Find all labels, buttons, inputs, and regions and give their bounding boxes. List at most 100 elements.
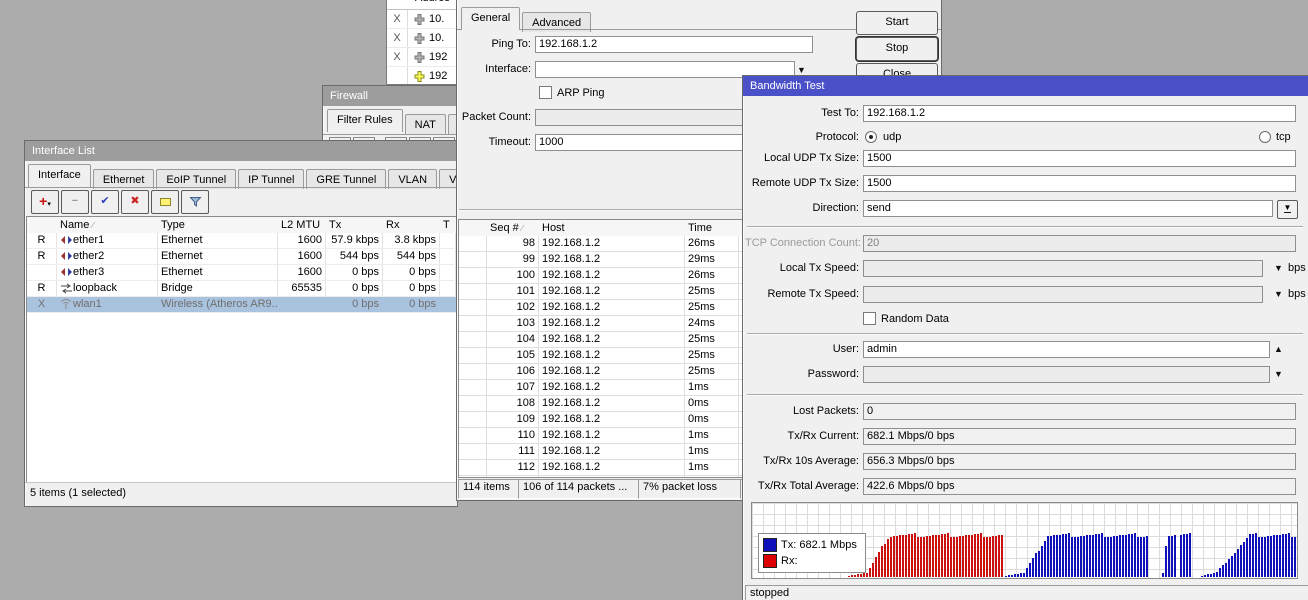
local-udp-tx-size-input[interactable]: 1500: [863, 150, 1296, 167]
txrx-total-average-label: Tx/Rx Total Average:: [757, 480, 859, 492]
column-header-host[interactable]: Host: [539, 220, 692, 237]
column-header-Rx[interactable]: Rx: [383, 217, 447, 234]
firewall-window[interactable]: Firewall Filter RulesNATMan: [322, 85, 458, 145]
column-header-time[interactable]: Time: [685, 220, 746, 237]
tx-graph-bar: [1162, 573, 1164, 577]
direction-input[interactable]: send: [863, 200, 1273, 217]
address-value: 10.: [429, 32, 445, 44]
firewall-title[interactable]: Firewall: [323, 86, 457, 106]
cell-rx: 3.8 kbps: [383, 233, 440, 248]
local-tx-speed-input[interactable]: [863, 260, 1263, 277]
filter-button[interactable]: [181, 190, 209, 214]
start-button[interactable]: Start: [856, 11, 938, 35]
interface-list-title[interactable]: Interface List: [25, 141, 457, 161]
enable-button[interactable]: ✔: [91, 190, 119, 214]
column-header-T[interactable]: T: [440, 217, 456, 234]
cell-name: ether1: [57, 233, 158, 248]
rx-graph-bar: [848, 576, 850, 577]
cell-t: [440, 281, 456, 296]
rx-graph-bar: [989, 537, 991, 577]
remote-tx-speed-input[interactable]: [863, 286, 1263, 303]
column-header-Tx[interactable]: Tx: [326, 217, 390, 234]
tcp-connection-count-input[interactable]: 20: [863, 235, 1296, 252]
rx-graph-bar: [983, 537, 985, 577]
tab-ethernet[interactable]: Ethernet: [92, 169, 155, 189]
stop-button[interactable]: Stop: [856, 37, 938, 61]
local-tx-speed-spin-icon[interactable]: ▼: [1274, 261, 1283, 276]
tab-firewall-filter-rules[interactable]: Filter Rules: [327, 109, 403, 132]
throughput-graph: Tx: 682.1 Mbps Rx:: [751, 502, 1298, 579]
tx-graph-bar: [1137, 537, 1139, 577]
cell-seq-: 113: [487, 476, 539, 477]
table-row[interactable]: Rloopback Bridge 65535 0 bps 0 bps: [27, 281, 456, 297]
txrx-current-label: Tx/Rx Current:: [787, 430, 859, 442]
test-to-input[interactable]: 192.168.1.2: [863, 105, 1296, 122]
cell-blank: [459, 444, 487, 459]
table-row[interactable]: Rether2 Ethernet 1600 544 bps 544 bps: [27, 249, 456, 265]
user-spin-icon[interactable]: ▲: [1274, 342, 1283, 357]
tx-graph-bar: [1146, 536, 1148, 577]
tx-graph-bar: [1026, 568, 1028, 577]
tab-firewall-nat[interactable]: NAT: [404, 114, 446, 134]
rx-graph-bar: [896, 536, 898, 577]
rx-graph-bar: [872, 563, 874, 577]
protocol-tcp-radio[interactable]: [1259, 131, 1271, 143]
bandwidth-test-title[interactable]: Bandwidth Test: [743, 76, 1308, 96]
tab-eoip-tunnel[interactable]: EoIP Tunnel: [156, 169, 237, 189]
remove-button[interactable]: −: [61, 190, 89, 214]
tx-graph-bar: [1189, 533, 1191, 577]
cell-time: 1ms: [685, 380, 739, 395]
bandwidth-test-window[interactable]: Bandwidth Test Tx: 682.1 Mbps Rx: stoppe…: [742, 75, 1308, 600]
direction-dropdown-button[interactable]: ▼: [1277, 200, 1298, 219]
remote-udp-tx-size-input[interactable]: 1500: [863, 175, 1296, 192]
user-input[interactable]: admin: [863, 341, 1270, 358]
table-row[interactable]: Xwlan1 Wireless (Atheros AR9... 0 bps 0 bps: [27, 297, 456, 313]
tx-graph-bar: [1035, 553, 1037, 577]
protocol-udp-radio[interactable]: [865, 131, 877, 143]
password-spin-icon[interactable]: ▼: [1274, 367, 1283, 382]
list-item[interactable]: 192: [387, 67, 457, 84]
ping-to-input[interactable]: 192.168.1.2: [535, 36, 813, 53]
tab-ip-tunnel[interactable]: IP Tunnel: [238, 169, 305, 189]
interface-table[interactable]: Name ∕ Type L2 MTU Tx Rx T Rether1 Ethernet 1600…: [26, 216, 457, 483]
tab-interface[interactable]: Interface: [28, 164, 91, 187]
address-value: 10.: [429, 13, 445, 25]
cell-tx: 0 bps: [326, 281, 383, 296]
arp-ping-checkbox[interactable]: [539, 86, 552, 99]
disable-button[interactable]: ✖: [121, 190, 149, 214]
address-flag: [387, 67, 408, 84]
column-header-Name[interactable]: Name ∕: [57, 217, 165, 234]
txrx-10s-average-input[interactable]: 656.3 Mbps/0 bps: [863, 453, 1296, 470]
address-column-header[interactable]: Addres: [415, 0, 457, 4]
add-button[interactable]: +▾: [31, 190, 59, 214]
password-input[interactable]: [863, 366, 1270, 383]
column-header-L2 MTU[interactable]: L2 MTU: [278, 217, 333, 234]
tab-gre-tunnel[interactable]: GRE Tunnel: [306, 169, 387, 189]
comment-button[interactable]: [151, 190, 179, 214]
interface-list-window[interactable]: Interface List Interface Ethernet EoIP Tun…: [24, 140, 458, 507]
tx-graph-bar: [1231, 556, 1233, 577]
tab-vlan[interactable]: VLAN: [388, 169, 438, 189]
tx-graph-bar: [1252, 534, 1254, 577]
cell-t: [440, 265, 456, 280]
txrx-current-input[interactable]: 682.1 Mbps/0 bps: [863, 428, 1296, 445]
tab-ping-general[interactable]: General: [461, 7, 521, 30]
list-item[interactable]: X 10.: [387, 29, 457, 48]
column-header-seq-[interactable]: Seq # ∕: [487, 220, 546, 237]
tx-graph-bar: [1165, 546, 1167, 577]
remote-tx-speed-spin-icon[interactable]: ▼: [1274, 287, 1283, 302]
cell-name: ether2: [57, 249, 158, 264]
table-row[interactable]: ether3 Ethernet 1600 0 bps 0 bps: [27, 265, 456, 281]
list-item[interactable]: X 10.: [387, 10, 457, 29]
lost-packets-input[interactable]: 0: [863, 403, 1296, 420]
cell-host: 192.168.1.2: [539, 284, 685, 299]
table-row[interactable]: Rether1 Ethernet 1600 57.9 kbps 3.8 kbps: [27, 233, 456, 249]
cell-host: 192.168.1.2: [539, 380, 685, 395]
cell-flag: R: [27, 249, 57, 264]
column-header-Type[interactable]: Type: [158, 217, 285, 234]
txrx-total-average-input[interactable]: 422.6 Mbps/0 bps: [863, 478, 1296, 495]
list-item[interactable]: X 192: [387, 48, 457, 67]
random-data-checkbox[interactable]: [863, 312, 876, 325]
cell-tx: 0 bps: [326, 265, 383, 280]
cell-flag: R: [27, 281, 57, 296]
